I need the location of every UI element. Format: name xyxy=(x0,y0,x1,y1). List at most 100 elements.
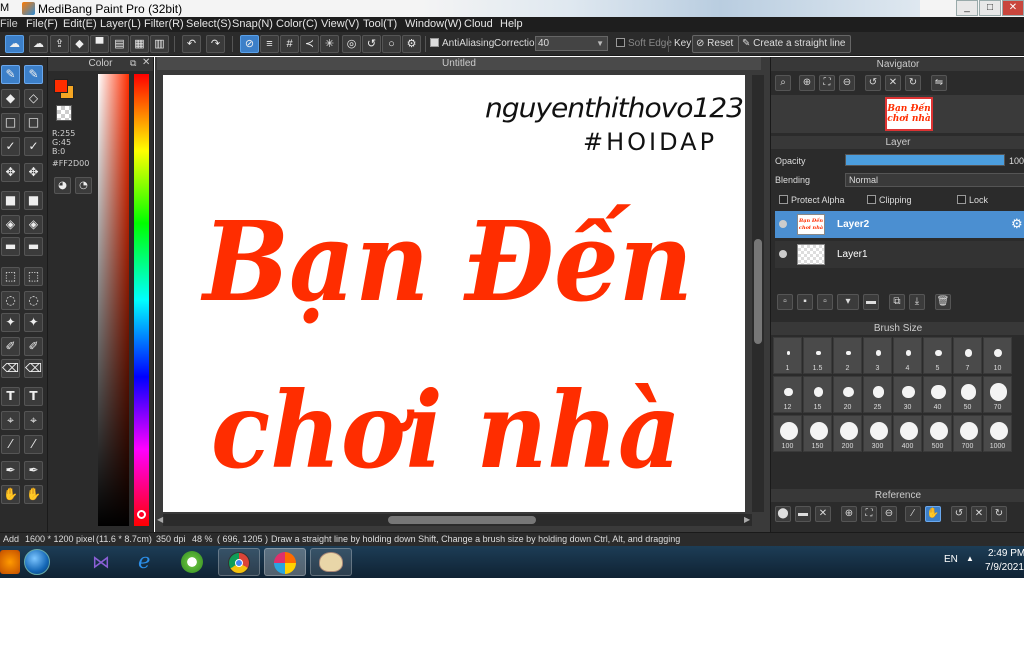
fill-rect-icon[interactable]: ■ xyxy=(1,191,20,210)
rectangle-tool-alt-icon[interactable]: □ xyxy=(24,113,43,132)
blending-select[interactable]: Normal xyxy=(845,173,1024,187)
brush-size-cell[interactable]: 7 xyxy=(953,337,982,374)
scroll-left-icon[interactable]: ◀ xyxy=(157,515,163,524)
magic-wand-icon[interactable]: ✦ xyxy=(1,313,20,332)
start-button[interactable] xyxy=(24,549,50,575)
brush-size-cell[interactable]: 70 xyxy=(983,376,1012,413)
brush-size-cell[interactable]: 200 xyxy=(833,415,862,452)
reference-rotate-left-icon[interactable]: ↺ xyxy=(951,506,967,522)
undo-icon[interactable]: ↶ xyxy=(182,35,201,53)
taskbar-app[interactable]: e xyxy=(126,548,168,576)
operation-tool-icon[interactable]: ⌖ xyxy=(1,411,20,430)
partial-app-icon[interactable] xyxy=(0,550,20,574)
menu-help[interactable]: Help xyxy=(500,18,523,30)
reference-rotate-right-icon[interactable]: ↻ xyxy=(991,506,1007,522)
eraser-tool-icon[interactable]: ◆ xyxy=(1,89,20,108)
menu-fragment[interactable]: File xyxy=(0,18,18,30)
taskbar-app[interactable]: ⋈ xyxy=(80,548,122,576)
menu-color[interactable]: Color(C) xyxy=(276,18,318,30)
brush-size-cell[interactable]: 25 xyxy=(863,376,892,413)
add-layer-menu-icon[interactable]: ▾ xyxy=(837,294,859,310)
reset-button[interactable]: ⊘ Reset xyxy=(692,35,740,53)
panel-list-icon[interactable]: ▥ xyxy=(150,35,169,53)
menu-filter[interactable]: Filter(R) xyxy=(144,18,184,30)
close-icon[interactable]: ✕ xyxy=(142,57,150,68)
lasso-tool-icon[interactable]: ◌ xyxy=(1,291,20,310)
folder-icon[interactable]: ▬ xyxy=(863,294,879,310)
gradient-tool-icon[interactable]: ▬ xyxy=(1,237,20,256)
zoom-out-icon[interactable]: ⊖ xyxy=(839,75,855,91)
undock-icon[interactable]: ⧉ xyxy=(130,58,136,69)
fill-rect-alt-icon[interactable]: ■ xyxy=(24,191,43,210)
brush-size-cell[interactable]: 700 xyxy=(953,415,982,452)
soft-edge-checkbox[interactable]: Soft Edge xyxy=(616,38,672,49)
brush-size-cell[interactable]: 100 xyxy=(773,415,802,452)
antialiasing-checkbox[interactable]: AntiAliasing xyxy=(430,38,494,49)
hue-slider[interactable] xyxy=(134,74,149,526)
magic-wand-alt-icon[interactable]: ✦ xyxy=(24,313,43,332)
comment-icon[interactable]: ◆ xyxy=(70,35,89,53)
menu-edit[interactable]: Edit(E) xyxy=(63,18,97,30)
brush-size-cell[interactable]: 4 xyxy=(893,337,922,374)
text-tool-alt-icon[interactable]: T xyxy=(24,387,43,406)
menu-select[interactable]: Select(S) xyxy=(186,18,231,30)
select-eraser-alt-icon[interactable]: ⌫ xyxy=(24,359,43,378)
new-layer-8bit-icon[interactable]: ▪ xyxy=(797,294,813,310)
menu-layer[interactable]: Layer(L) xyxy=(100,18,141,30)
taskbar-app[interactable] xyxy=(172,548,214,576)
reference-zoom-out-icon[interactable]: ⊖ xyxy=(881,506,897,522)
cloud-icon[interactable]: ☁ xyxy=(5,35,24,53)
cloud-save-icon[interactable]: ☁ xyxy=(29,35,48,53)
menu-file[interactable]: File(F) xyxy=(26,18,58,30)
snap-circle-icon[interactable]: ◎ xyxy=(342,35,361,53)
layer-settings-gear-icon[interactable]: ⚙ xyxy=(1011,216,1023,232)
reset-view-icon[interactable]: ✕ xyxy=(885,75,901,91)
reference-eyedropper-icon[interactable]: ⁄ xyxy=(905,506,921,522)
snap-off-icon[interactable]: ⊘ xyxy=(240,35,259,53)
lasso-tool-alt-icon[interactable]: ◌ xyxy=(24,291,43,310)
brush-size-cell[interactable]: 30 xyxy=(893,376,922,413)
reference-reset-icon[interactable]: ✕ xyxy=(971,506,987,522)
bucket-tool-alt-icon[interactable]: ◈ xyxy=(24,215,43,234)
drawing-canvas[interactable]: nguyenthithovo123 #HOIDAP Bạn Đến chơi n… xyxy=(163,75,745,512)
dot-brush-alt-icon[interactable]: ✓ xyxy=(24,137,43,156)
operation-tool-alt-icon[interactable]: ⌖ xyxy=(24,411,43,430)
color-picker-icon[interactable]: ◔ xyxy=(75,177,92,194)
snap-curve-icon[interactable]: ↺ xyxy=(362,35,381,53)
brush-size-cell[interactable]: 20 xyxy=(833,376,862,413)
transparent-color-swatch[interactable] xyxy=(56,105,72,121)
eyedropper-tool-icon[interactable]: ⁄ xyxy=(1,435,20,454)
visibility-eye-icon[interactable] xyxy=(779,220,787,228)
brush-size-cell[interactable]: 1 xyxy=(773,337,802,374)
hand-tool-icon[interactable]: ✋ xyxy=(1,485,20,504)
input-language[interactable]: EN xyxy=(944,554,958,565)
clock-date[interactable]: 7/9/2021 xyxy=(985,562,1024,573)
visibility-eye-icon[interactable] xyxy=(779,250,787,258)
brush-size-cell[interactable]: 50 xyxy=(953,376,982,413)
rotate-left-icon[interactable]: ↺ xyxy=(865,75,881,91)
delete-layer-icon[interactable]: 🗑 xyxy=(935,294,951,310)
reference-image-icon[interactable]: ⬤ xyxy=(775,506,791,522)
brush-size-cell[interactable]: 300 xyxy=(863,415,892,452)
taskbar-app[interactable] xyxy=(218,548,260,576)
minimize-button[interactable]: _ xyxy=(956,0,978,16)
hand-tool-alt-icon[interactable]: ✋ xyxy=(24,485,43,504)
menu-view[interactable]: View(V) xyxy=(321,18,359,30)
rotate-right-icon[interactable]: ↻ xyxy=(905,75,921,91)
hue-slider-handle[interactable] xyxy=(137,510,146,519)
select-rect-alt-icon[interactable]: ⬚ xyxy=(24,267,43,286)
foreground-color-swatch[interactable] xyxy=(54,79,68,93)
eraser-tool-alt-icon[interactable]: ◇ xyxy=(24,89,43,108)
taskbar-app[interactable] xyxy=(264,548,306,576)
snap-vanish-icon[interactable]: ≺ xyxy=(300,35,319,53)
new-layer-1bit-icon[interactable]: ▫ xyxy=(817,294,833,310)
fit-icon[interactable]: ⛶ xyxy=(819,75,835,91)
brush-size-cell[interactable]: 12 xyxy=(773,376,802,413)
snap-settings-icon[interactable]: ⚙ xyxy=(402,35,421,53)
grid-list-icon[interactable]: ▦ xyxy=(130,35,149,53)
layer-row[interactable]: Bạn Đến chơi nhà Layer2 ⚙ xyxy=(775,211,1024,238)
select-pen-alt-icon[interactable]: ✐ xyxy=(24,337,43,356)
brush-tool-alt-icon[interactable]: ✎ xyxy=(24,65,43,84)
menu-snap[interactable]: Snap(N) xyxy=(232,18,273,30)
eyedropper-tool-alt-icon[interactable]: ⁄ xyxy=(24,435,43,454)
